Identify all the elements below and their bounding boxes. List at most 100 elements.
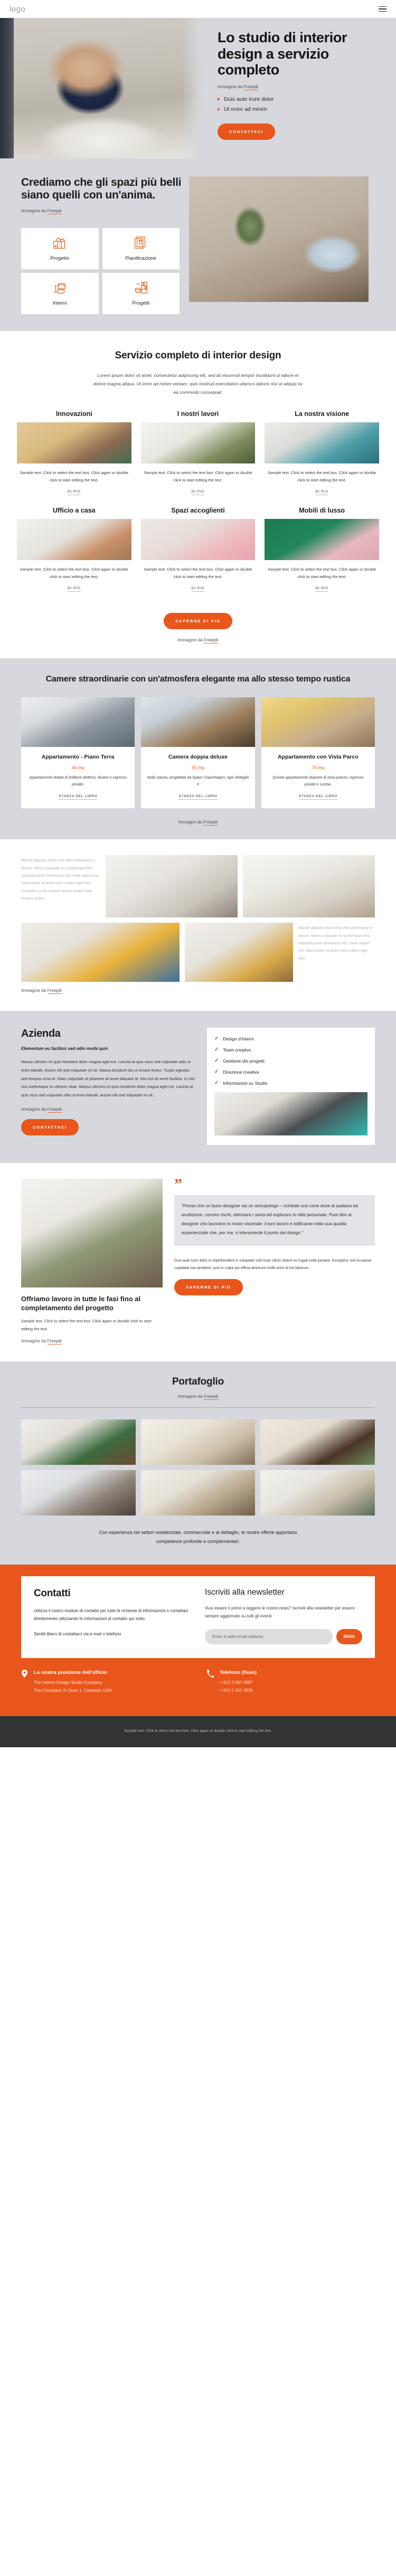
burger-line <box>379 8 386 10</box>
check-icon: ✓ <box>214 1080 219 1086</box>
service-body: Sample text. Click to select the text bo… <box>20 566 128 579</box>
room-card[interactable]: Appartamento con Vista Parco 74 mq Quest… <box>261 697 375 809</box>
room-link[interactable]: STANZA DEL LIBRO <box>298 794 337 800</box>
newsletter-paragraph: Vuoi essere il primo a leggere le nostre… <box>205 1605 355 1619</box>
room-card[interactable]: Camera doppia deluxe 55 mq Nella stanza,… <box>141 697 255 809</box>
room-link[interactable]: STANZA DEL LIBRO <box>59 794 98 800</box>
service-card[interactable]: La nostra visione Sample text. Click to … <box>265 410 379 495</box>
service-more-link[interactable]: DI PIÙ <box>68 490 81 495</box>
service-more-link[interactable]: DI PIÙ <box>315 586 328 592</box>
checklist-label: Direzione creativa <box>223 1069 259 1075</box>
site-logo[interactable]: logo <box>10 5 25 14</box>
feature-card-interni[interactable]: Interni <box>21 272 99 314</box>
service-image <box>17 518 131 560</box>
freepik-link[interactable]: Freepik <box>204 1394 219 1400</box>
rooms-grid: Appartamento - Piano Terra 44 mq Apparta… <box>0 697 396 809</box>
testimonial-image <box>21 1179 163 1288</box>
gallery-row-2: Blandit aliquam etiam erat velit sceleri… <box>21 923 375 982</box>
room-link[interactable]: STANZA DEL LIBRO <box>178 794 218 800</box>
portfolio-image[interactable] <box>21 1470 136 1516</box>
feature-label: Interni <box>53 300 67 307</box>
philosophy-section: Crediamo che gli spazi più belli siano q… <box>0 158 396 331</box>
contact-section: Contatti Utilizza il nostro modulo di co… <box>0 1564 396 1716</box>
company-contact-button[interactable]: CONTATTACI <box>21 1119 79 1135</box>
room-image <box>21 697 135 747</box>
testimonial-section: Offriamo lavoro in tutte le fasi fino al… <box>0 1163 396 1361</box>
quote-box: “Penso che un buon designer sia un antro… <box>174 1195 375 1246</box>
service-title: Mobili di lusso <box>299 506 345 514</box>
contact-card: Contatti Utilizza il nostro modulo di co… <box>21 1576 375 1658</box>
freepik-link[interactable]: Freepik <box>47 208 62 214</box>
room-size: 44 mq <box>71 765 84 771</box>
newsletter-block: Iscriviti alla newsletter Vuoi essere il… <box>205 1588 362 1644</box>
phone-block: Telefono (fisso) + 912 3 567 8987 + 912 … <box>207 1670 375 1695</box>
office-address-line-1: The Interior Design Studio Company <box>34 1680 102 1685</box>
site-header: logo <box>0 0 396 18</box>
service-more-link[interactable]: DI PIÙ <box>315 490 328 495</box>
feature-card-pianificazione[interactable]: Pianificazione <box>102 228 180 269</box>
newsletter-email-input[interactable] <box>205 1628 333 1644</box>
service-body: Sample text. Click to select the text bo… <box>268 566 376 579</box>
triangle-bullet-icon <box>218 107 220 111</box>
service-title: Innovazioni <box>55 410 92 418</box>
portfolio-grid <box>0 1419 396 1516</box>
credit-prefix: Immagine da <box>21 1338 48 1343</box>
rooms-section: Camere straordinarie con un'atmosfera el… <box>0 658 396 840</box>
portfolio-image[interactable] <box>260 1470 375 1516</box>
service-more-link[interactable]: DI PIÙ <box>68 586 81 592</box>
freepik-link[interactable]: Freepik <box>203 820 218 826</box>
services-section: Servizio completo di interior design Lor… <box>0 330 396 658</box>
shelf-armchair-icon <box>133 280 149 296</box>
service-card[interactable]: I nostri lavori Sample text. Click to se… <box>140 410 256 495</box>
phone-line-1: + 912 3 567 8987 <box>220 1680 253 1685</box>
portfolio-image[interactable] <box>140 1419 256 1465</box>
freepik-link[interactable]: Freepik <box>243 84 259 90</box>
gallery-credit: Immagine da Freepik <box>21 988 375 995</box>
philosophy-title: Crediamo che gli spazi più belli siano q… <box>21 176 182 202</box>
office-location-block: La nostra posizione dell'ufficio The Int… <box>21 1669 189 1695</box>
credit-prefix: Immagine da <box>21 988 48 993</box>
newsletter-submit-button[interactable]: INVIA <box>336 1628 362 1644</box>
service-body: Sample text. Click to select the text bo… <box>268 470 376 483</box>
company-checklist-panel: ✓ Design d'interni ✓ Team creativo ✓ Gestio… <box>207 1028 375 1145</box>
hero-content: Lo studio di interior design a servizio … <box>205 18 396 158</box>
gallery-section: Blandit aliquam etiam erat velit sceleri… <box>0 839 396 1011</box>
hamburger-menu-icon[interactable] <box>379 6 386 12</box>
service-image <box>265 518 379 560</box>
triangle-bullet-icon <box>218 97 220 101</box>
services-credit: Immagine da Freepik <box>0 637 396 643</box>
check-icon: ✓ <box>214 1036 219 1042</box>
service-more-link[interactable]: DI PIÙ <box>191 490 205 495</box>
service-image <box>265 422 379 464</box>
company-lead: Elementum eu facilisis sed odio morbi qu… <box>21 1046 108 1052</box>
map-pin-icon <box>21 1669 29 1695</box>
phone-icon <box>207 1670 215 1695</box>
contact-paragraph-2: Sentiti libero di contattarci via e-mail… <box>34 1631 121 1636</box>
freepik-link[interactable]: Freepik <box>47 988 62 995</box>
hero-contact-button[interactable]: CONTATTACI <box>218 123 276 140</box>
service-card[interactable]: Spazi accoglienti Sample text. Click to … <box>140 507 256 592</box>
service-image <box>17 422 131 464</box>
portfolio-image[interactable] <box>140 1470 256 1516</box>
service-card[interactable]: Ufficio a casa Sample text. Click to sel… <box>17 507 131 592</box>
newsletter-title: Iscriviti alla newsletter <box>205 1587 285 1597</box>
gallery-image <box>106 855 238 918</box>
testimonial-cta-button[interactable]: SAPERNE DI PIÙ <box>174 1279 243 1296</box>
philosophy-image <box>189 176 369 302</box>
service-card[interactable]: Innovazioni Sample text. Click to select… <box>17 410 131 495</box>
services-cta-button[interactable]: SAPERNE DI PIÙ <box>164 612 232 629</box>
freepik-link[interactable]: Freepik <box>204 637 219 643</box>
service-more-link[interactable]: DI PIÙ <box>191 586 205 592</box>
feature-card-progetti[interactable]: Progetti <box>102 272 180 314</box>
freepik-link[interactable]: Freepik <box>47 1338 62 1344</box>
room-size: 55 mq <box>192 765 204 771</box>
portfolio-image[interactable] <box>260 1419 375 1465</box>
company-body: Massa ultricies mi quis hendrerit dolor … <box>21 1059 195 1098</box>
contact-details: La nostra posizione dell'ufficio The Int… <box>21 1658 375 1716</box>
portfolio-image[interactable] <box>21 1419 136 1465</box>
room-card[interactable]: Appartamento - Piano Terra 44 mq Apparta… <box>21 697 135 809</box>
credit-prefix: Immagine da <box>21 208 48 213</box>
service-card[interactable]: Mobili di lusso Sample text. Click to se… <box>265 507 379 592</box>
freepik-link[interactable]: Freepik <box>47 1106 62 1113</box>
feature-card-progetto[interactable]: Progetto <box>21 228 99 269</box>
